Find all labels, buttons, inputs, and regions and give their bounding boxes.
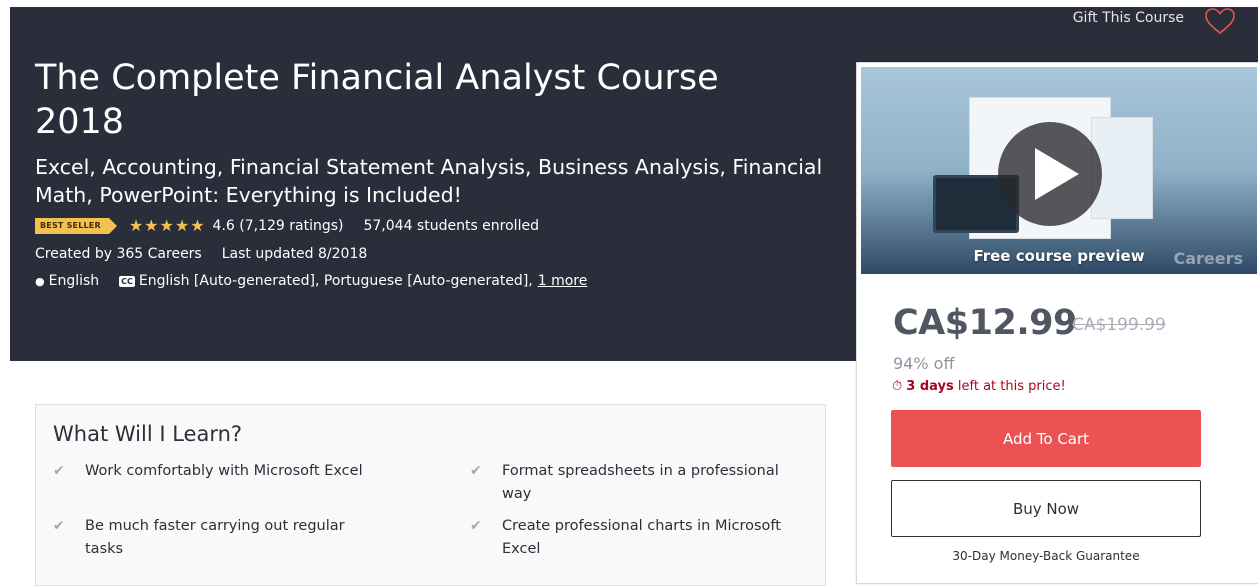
learn-item: ✔ Be much faster carrying out regular ta…: [53, 515, 373, 561]
money-back-guarantee: 30-Day Money-Back Guarantee: [952, 549, 1140, 563]
learn-item: ✔ Work comfortably with Microsoft Excel: [53, 460, 373, 483]
learn-item: ✔ Create professional charts in Microsof…: [470, 515, 790, 561]
learn-section-title: What Will I Learn?: [53, 422, 243, 446]
learn-item-text: Be much faster carrying out regular task…: [85, 518, 345, 557]
created-by[interactable]: Created by 365 Careers: [35, 246, 202, 262]
checkmark-icon: ✔: [470, 518, 482, 534]
checkmark-icon: ✔: [53, 463, 65, 479]
course-language: English: [48, 273, 100, 289]
closed-captions-icon: CC: [119, 275, 135, 287]
learn-item-text: Work comfortably with Microsoft Excel: [85, 463, 363, 479]
timer-days: 3 days: [906, 379, 954, 394]
enrolled-count: 57,044 students enrolled: [363, 217, 539, 234]
course-subtitle: Excel, Accounting, Financial Statement A…: [35, 155, 823, 207]
alarm-clock-icon: ⏱: [892, 379, 903, 394]
rating-row: BEST SELLER ★★★★★ 4.6 (7,129 ratings) 57…: [35, 216, 539, 235]
learn-item-text: Format spreadsheets in a professional wa…: [502, 463, 779, 502]
checkmark-icon: ✔: [53, 518, 65, 534]
preview-watermark: Careers: [1173, 249, 1243, 268]
caption-languages: English [Auto-generated], Portuguese [Au…: [138, 273, 533, 289]
current-price: CA$12.99: [893, 303, 1077, 343]
price-timer: ⏱ 3 days left at this price!: [892, 379, 1066, 394]
learn-item-text: Create professional charts in Microsoft …: [502, 518, 781, 557]
what-you-learn-section: What Will I Learn? ✔ Work comfortably wi…: [35, 404, 826, 586]
checkmark-icon: ✔: [470, 463, 482, 479]
buy-now-button[interactable]: Buy Now: [891, 480, 1201, 537]
speech-bubble-icon: ●: [35, 274, 45, 288]
language-row: ● English CC English [Auto-generated], P…: [35, 273, 587, 289]
more-captions-link[interactable]: 1 more: [538, 273, 588, 289]
gift-course-link[interactable]: Gift This Course: [1073, 10, 1184, 26]
course-title: The Complete Financial Analyst Course 20…: [35, 58, 719, 142]
heart-icon[interactable]: [1204, 7, 1236, 35]
author-row: Created by 365 Careers Last updated 8/20…: [35, 246, 367, 262]
timer-text: left at this price!: [953, 379, 1066, 394]
play-button-icon[interactable]: [998, 122, 1102, 226]
learn-item: ✔ Format spreadsheets in a professional …: [470, 460, 790, 506]
original-price: CA$199.99: [1072, 315, 1166, 335]
bestseller-badge: BEST SELLER: [35, 217, 117, 234]
add-to-cart-button[interactable]: Add To Cart: [891, 410, 1201, 467]
last-updated: Last updated 8/2018: [221, 246, 368, 262]
course-preview-video[interactable]: Free course preview Careers: [861, 67, 1257, 274]
rating-text[interactable]: 4.6 (7,129 ratings): [213, 218, 344, 234]
discount-percent: 94% off: [893, 354, 955, 373]
star-rating-icon: ★★★★★: [128, 216, 206, 235]
